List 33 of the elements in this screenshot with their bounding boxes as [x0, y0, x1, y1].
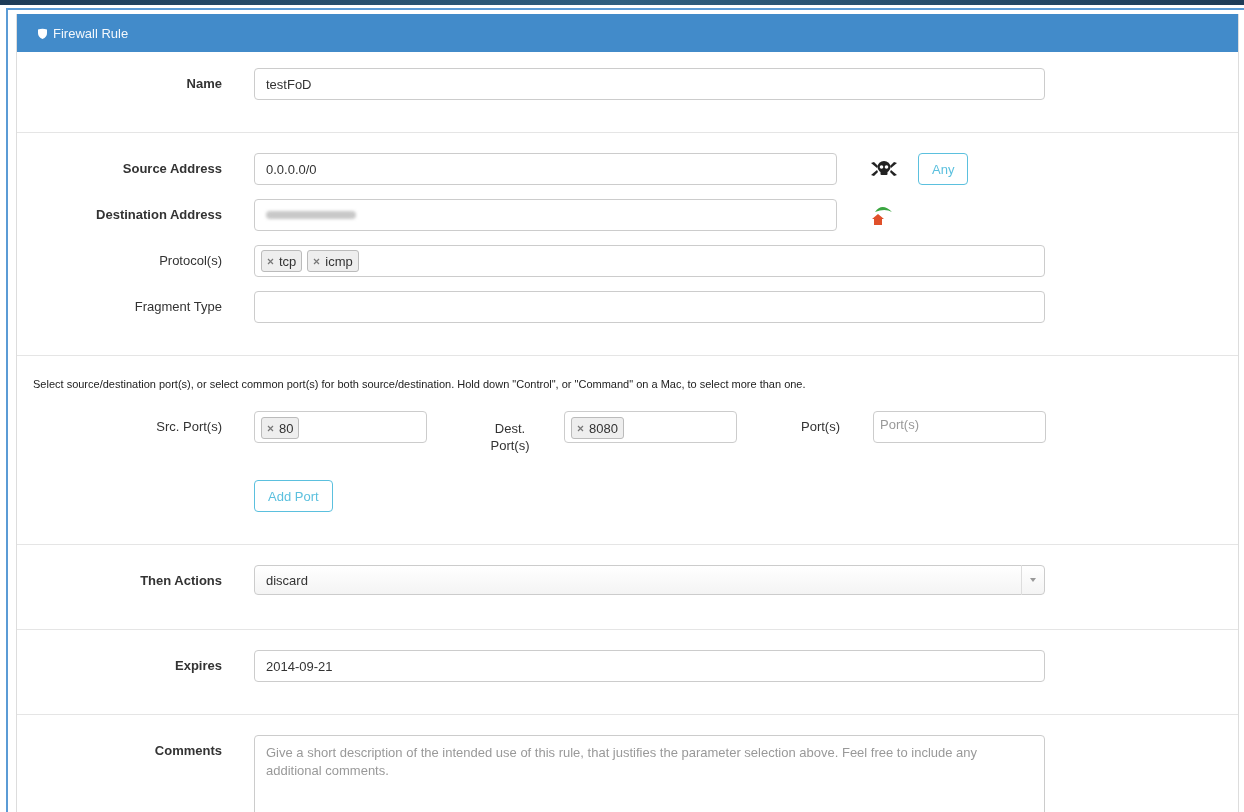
- shield-icon: [38, 27, 47, 39]
- field-label: Then Actions: [139, 572, 223, 590]
- select-field[interactable]: discard: [254, 565, 1045, 595]
- panel-title: Firewall Rule: [53, 25, 129, 41]
- field-label: Fragment Type: [133, 298, 223, 316]
- field-label: Dest. Port(s): [489, 420, 531, 454]
- tag-chip[interactable]: 80: [261, 417, 300, 439]
- remove-icon[interactable]: [267, 424, 274, 432]
- text-field[interactable]: 0.0.0.0/0: [254, 153, 837, 185]
- text-field[interactable]: [254, 199, 837, 231]
- tag-field[interactable]: 80: [254, 411, 427, 443]
- tag-field[interactable]: tcp icmp: [254, 245, 1045, 277]
- tag-chip[interactable]: icmp: [307, 250, 359, 272]
- tag-chip[interactable]: tcp: [261, 250, 303, 272]
- remove-icon[interactable]: [267, 257, 274, 265]
- field-label: Expires: [174, 657, 223, 675]
- remove-icon[interactable]: [313, 257, 321, 265]
- text-field[interactable]: testFoD: [254, 68, 1045, 100]
- field-label: Protocol(s): [158, 252, 223, 270]
- field-label: Destination Address: [95, 206, 223, 224]
- text-field[interactable]: 2014-09-21: [254, 650, 1045, 682]
- field-label: Comments: [153, 742, 223, 760]
- remove-icon[interactable]: [577, 424, 584, 432]
- caret-icon: [1030, 578, 1036, 582]
- field-label: Name: [185, 75, 223, 93]
- tag-chip[interactable]: 8080: [571, 417, 624, 439]
- skull-crossbones-icon: [870, 160, 898, 178]
- text-field[interactable]: [254, 291, 1045, 323]
- tag-field[interactable]: 8080: [564, 411, 737, 443]
- field-label: Src. Port(s): [155, 418, 223, 436]
- field-label: Source Address: [121, 160, 223, 178]
- field-label: Port(s): [800, 418, 840, 436]
- help-text: Select source/destination port(s), or select common port(s) for both source/destination. Hold down "Control", or "Command" on a Mac, to select more than one.: [33, 377, 807, 392]
